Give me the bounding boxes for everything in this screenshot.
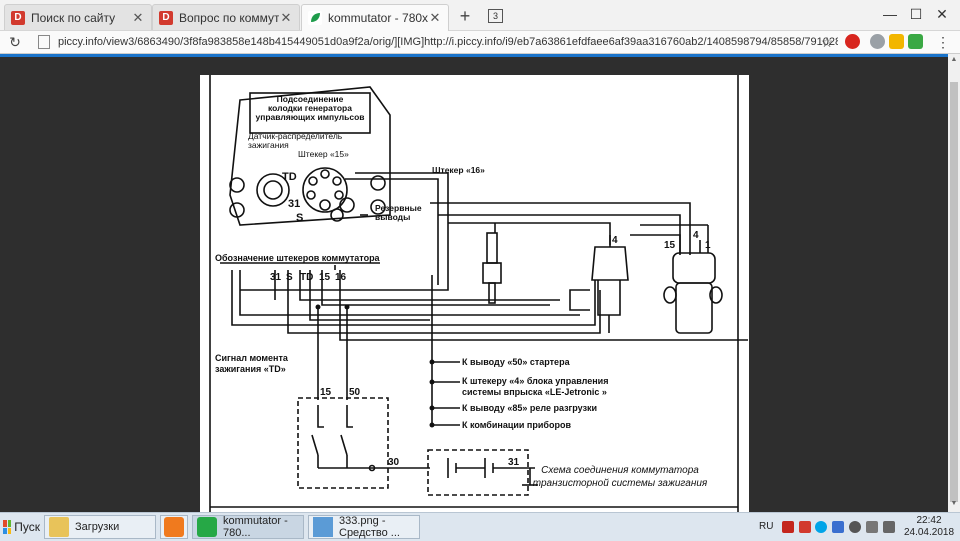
wiring-diagram: Подсоединение колодки генератора управля… — [209, 75, 748, 512]
page-icon — [38, 34, 50, 49]
scrollbar-thumb[interactable] — [950, 82, 958, 502]
taskbar-item-label: 333.png - Средство ... — [339, 515, 400, 539]
start-label: Пуск — [14, 520, 40, 534]
close-window-icon[interactable]: ✕ — [932, 6, 952, 23]
coil-terminal-15: 15 — [664, 240, 676, 251]
plug-mark-16: 16 — [335, 272, 347, 283]
switch-terminal-50: 50 — [349, 387, 361, 398]
pin-s: S — [296, 212, 303, 224]
close-icon[interactable]: ✕ — [131, 10, 145, 26]
extension-green-icon[interactable] — [908, 34, 923, 49]
maximize-icon[interactable]: ☐ — [906, 6, 926, 23]
reserve-label-2: выводы — [375, 212, 410, 222]
signal-label-2: зажигания «TD» — [215, 364, 286, 374]
schematic-image: Подсоединение колодки генератора управля… — [200, 75, 749, 512]
plug-15-label: Штекер «15» — [298, 149, 349, 159]
caption-line-2: транзисторной системы зажигания — [533, 478, 708, 489]
tab-kommutator[interactable]: kommutator - 780x623 ✕ — [301, 4, 449, 31]
taskbar: Пуск Загрузки kommutator - 780... 333.pn… — [0, 512, 960, 541]
address-toolbar: ↻ piccy.info/view3/6863490/3f8fa983858e1… — [0, 31, 960, 54]
leaf-icon — [308, 11, 322, 25]
page-content: Подсоединение колодки генератора управля… — [0, 54, 948, 512]
output-injection-2: системы впрыска «LE-Jetronic » — [462, 387, 607, 397]
clock-time: 22:42 — [916, 515, 942, 526]
taskbar-item-browser[interactable]: kommutator - 780... — [192, 515, 304, 539]
clock-date: 24.04.2018 — [903, 527, 955, 538]
output-relay: К выводу «85» реле разгрузки — [462, 403, 597, 413]
tab-count-badge[interactable]: 3 — [488, 9, 503, 23]
wire-31-label: 31 — [508, 457, 520, 468]
plug-mark-s: S — [286, 272, 293, 283]
reload-icon[interactable]: ↻ — [6, 33, 24, 51]
taskbar-item-downloads[interactable]: Загрузки — [44, 515, 156, 539]
pin-31: 31 — [288, 198, 300, 210]
minimize-icon[interactable]: — — [880, 6, 900, 22]
extension-yellow-icon[interactable] — [889, 34, 904, 49]
language-indicator[interactable]: RU — [759, 521, 773, 532]
site-d-icon: D — [11, 10, 25, 25]
coil-terminal-4: 4 — [693, 230, 699, 241]
clock[interactable]: 22:42 24.04.2018 — [903, 515, 955, 539]
scroll-down-icon[interactable]: ▼ — [948, 500, 960, 510]
tab-title: kommutator - 780x623 — [328, 11, 428, 25]
tab-question[interactable]: D Вопрос по коммутатору ✕ — [152, 4, 300, 30]
settings-tray-icon[interactable] — [849, 521, 861, 533]
plug-mark-15: 15 — [319, 272, 331, 283]
flag-tray-icon[interactable] — [866, 521, 878, 533]
tab-strip: D Поиск по сайту ✕ D Вопрос по коммутато… — [0, 0, 960, 31]
media-player-icon — [164, 517, 184, 537]
skype-tray-icon[interactable] — [815, 521, 827, 533]
plug-marks-title: Обозначение штекеров коммутатора — [215, 253, 381, 263]
signal-label-1: Сигнал момента — [215, 353, 289, 363]
opera-extension-icon[interactable] — [845, 34, 860, 49]
accent-line — [0, 54, 948, 57]
plug-16-label: Штекер «16» — [432, 165, 485, 175]
caption-line-1: Схема соединения коммутатора — [541, 465, 699, 476]
output-injection-1: К штекеру «4» блока управления — [462, 376, 608, 386]
tab-title: Вопрос по коммутатору — [179, 10, 279, 25]
start-button[interactable]: Пуск — [0, 515, 40, 539]
folder-icon — [49, 517, 69, 537]
plug-mark-td: TD — [300, 272, 313, 283]
image-viewer-icon — [313, 517, 333, 537]
close-icon[interactable]: ✕ — [428, 10, 442, 26]
windows-logo-icon — [3, 520, 12, 534]
switch-terminal-15: 15 — [320, 387, 332, 398]
output-instruments: К комбинации приборов — [462, 420, 571, 430]
app-tray-icon[interactable] — [832, 521, 844, 533]
browser-icon — [197, 517, 217, 537]
pin-td: TD — [282, 171, 297, 183]
new-tab-button[interactable]: + — [455, 7, 475, 25]
star-icon[interactable]: ☆ — [818, 33, 836, 51]
vertical-scrollbar[interactable]: ▲ ▼ — [948, 54, 960, 512]
site-d-icon: D — [159, 10, 173, 25]
sensor-label-2: зажигания — [248, 140, 289, 150]
volume-tray-icon[interactable] — [883, 521, 895, 533]
extension-gray-icon[interactable] — [870, 34, 885, 49]
title-box-line-3: управляющих импульсов — [255, 112, 364, 122]
antivirus-tray-icon[interactable] — [799, 521, 811, 533]
url-text: piccy.info/view3/6863490/3f8fa983858e148… — [58, 35, 838, 48]
wire-30-label: 30 — [388, 457, 400, 468]
pdf-tray-icon[interactable] — [782, 521, 794, 533]
menu-icon[interactable]: ⋮ — [934, 33, 952, 51]
plug-mark-31: 31 — [270, 272, 282, 283]
taskbar-item-player[interactable] — [160, 515, 188, 539]
close-icon[interactable]: ✕ — [279, 10, 293, 26]
coil-terminal-1: 1 — [705, 240, 711, 251]
output-starter: К выводу «50» стартера — [462, 357, 571, 367]
taskbar-item-image-viewer[interactable]: 333.png - Средство ... — [308, 515, 420, 539]
tab-title: Поиск по сайту — [31, 10, 116, 25]
scroll-up-icon[interactable]: ▲ — [948, 56, 960, 66]
taskbar-item-label: kommutator - 780... — [223, 515, 288, 539]
address-bar[interactable]: piccy.info/view3/6863490/3f8fa983858e148… — [38, 32, 838, 51]
distributor-terminal-4: 4 — [612, 235, 618, 246]
taskbar-item-label: Загрузки — [75, 521, 120, 533]
tab-search[interactable]: D Поиск по сайту ✕ — [4, 4, 152, 30]
